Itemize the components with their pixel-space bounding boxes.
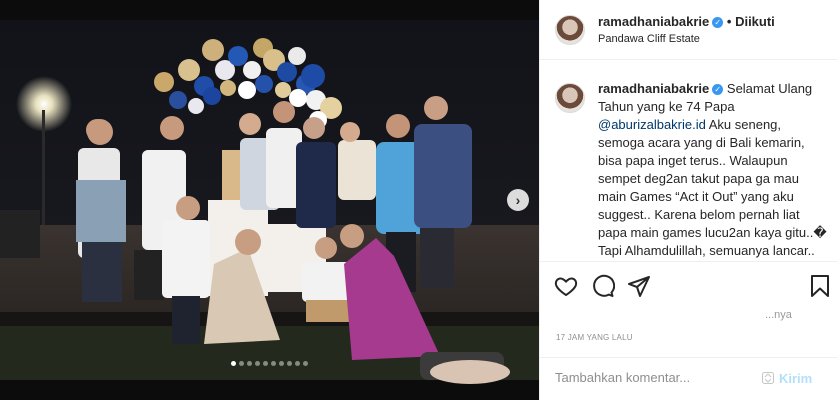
post-side-panel: ramadhaniabakrie ✓ • Diikuti Pandawa Clif…: [539, 0, 837, 400]
carousel-dot: [255, 361, 260, 366]
carousel-dot: [295, 361, 300, 366]
chevron-right-icon: ›: [515, 192, 521, 208]
carousel-dot: [303, 361, 308, 366]
comment-icon[interactable]: [591, 274, 615, 298]
comment-input[interactable]: [555, 368, 755, 387]
carousel-dot: [287, 361, 292, 366]
instagram-post: › ramadhaniabakrie ✓ • Diikuti Pandawa Cl…: [0, 0, 837, 400]
party-photo-illustration: [0, 0, 539, 400]
avatar[interactable]: [555, 15, 585, 45]
send-comment-button[interactable]: Kirim: [779, 371, 812, 386]
location-link[interactable]: Pandawa Cliff Estate: [598, 33, 700, 45]
comment-bar: Kirim: [540, 357, 837, 400]
carousel-dot: [247, 361, 252, 366]
likes-text-partial: ...nya: [765, 309, 792, 321]
post-timestamp[interactable]: 17 JAM YANG LALU: [556, 333, 633, 342]
caption-username-link[interactable]: ramadhaniabakrie: [598, 81, 709, 96]
post-header: ramadhaniabakrie ✓ • Diikuti Pandawa Clif…: [540, 0, 837, 60]
mention-link[interactable]: @aburizalbakrie.id: [598, 117, 706, 132]
following-button[interactable]: • Diikuti: [727, 14, 775, 29]
carousel-dot: [239, 361, 244, 366]
heart-icon[interactable]: [554, 274, 578, 298]
share-icon[interactable]: [627, 274, 651, 298]
carousel-dots: [0, 361, 539, 366]
username-link[interactable]: ramadhaniabakrie: [598, 14, 709, 29]
verified-badge-icon: ✓: [712, 17, 724, 29]
carousel-dot: [279, 361, 284, 366]
emoji-icon[interactable]: [762, 372, 774, 384]
carousel-dot: [231, 361, 236, 366]
bookmark-icon[interactable]: [808, 274, 832, 298]
carousel-dot: [271, 361, 276, 366]
verified-badge-icon: ✓: [712, 84, 724, 96]
next-slide-button[interactable]: ›: [507, 189, 529, 211]
post-photo[interactable]: ›: [0, 0, 539, 400]
carousel-dot: [263, 361, 268, 366]
caption-area: ramadhaniabakrie ✓ Selamat Ulang Tahun ya…: [540, 61, 837, 260]
caption-text: ramadhaniabakrie ✓ Selamat Ulang Tahun ya…: [598, 80, 830, 260]
avatar[interactable]: [555, 83, 585, 113]
caption-part-2: Aku seneng, semoga acara yang di Bali ke…: [598, 117, 827, 258]
header-user-line: ramadhaniabakrie ✓ • Diikuti: [598, 14, 775, 29]
action-bar: [540, 261, 837, 309]
